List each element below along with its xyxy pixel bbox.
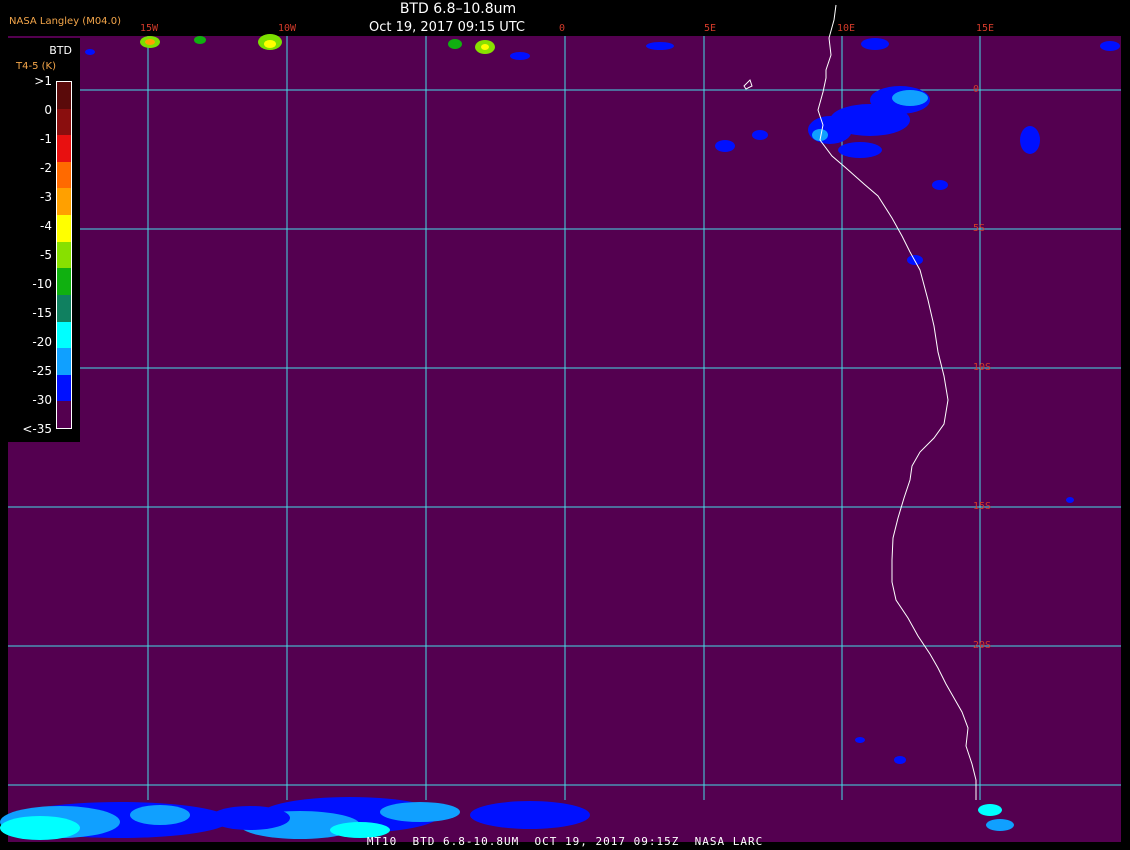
legend-swatch	[57, 161, 71, 189]
legend-swatch	[57, 401, 71, 429]
lon-label-10e: 10E	[837, 23, 856, 34]
cloud-patch	[892, 90, 928, 106]
footer-caption: MT10 BTD 6.8-10.8UM OCT 19, 2017 09:15Z …	[366, 835, 764, 848]
legend-tick-label: -30	[32, 393, 52, 407]
legend-swatch	[57, 82, 71, 109]
cloud-patch	[1100, 41, 1120, 51]
legend-tick-label: -2	[40, 161, 52, 175]
cloud-patch	[861, 38, 889, 50]
cloud-patch	[1066, 497, 1074, 503]
legend-swatch	[57, 215, 71, 243]
lon-label-15e: 15E	[976, 23, 995, 34]
cloud-patch	[210, 806, 290, 830]
lon-label-0: 0	[559, 23, 566, 34]
legend-tick-label: -4	[40, 219, 52, 233]
legend-title: BTD	[49, 44, 72, 57]
legend-swatch	[57, 135, 71, 163]
legend-tick-label: -15	[32, 306, 52, 320]
legend-tick-label: -10	[32, 277, 52, 291]
satellite-image: BTD 6.8–10.8um Oct 19, 2017 09:15 UTC NA…	[0, 0, 1130, 850]
lon-label-10w: 10W	[278, 23, 297, 34]
producer-label: NASA Langley (M04.0)	[9, 16, 121, 27]
cloud-patch	[752, 130, 768, 140]
lon-label-5e: 5E	[704, 23, 717, 34]
legend-tick-label: -5	[40, 248, 52, 262]
lat-label-5s: 5S	[973, 223, 986, 234]
cloud-patch	[838, 142, 882, 158]
legend-tick-label: -25	[32, 364, 52, 378]
lat-label-0: 0	[973, 84, 980, 95]
legend-unit: T4-5 (K)	[16, 61, 56, 72]
legend-tick-label: >1	[34, 74, 52, 88]
legend-swatch	[57, 268, 71, 296]
cloud-patch	[894, 756, 906, 764]
cloud-patch	[145, 39, 155, 45]
legend-colorbar	[56, 81, 72, 429]
cloud-patch	[715, 140, 735, 152]
legend-swatch	[57, 348, 71, 376]
cloud-patch	[932, 180, 948, 190]
cloud-patch	[510, 52, 530, 60]
lat-label-15s: 15S	[973, 501, 992, 512]
legend-swatch	[57, 108, 71, 136]
cloud-patch	[481, 44, 489, 50]
color-legend: BTD T4-5 (K) >1 0 -1 -2 -3 -4 -5 -10 -15 -20 -25 -3…	[8, 38, 80, 442]
cloud-patch	[85, 49, 95, 55]
cloud-patch	[194, 36, 206, 44]
legend-swatch	[57, 374, 71, 402]
image-title: BTD 6.8–10.8um	[399, 1, 517, 17]
cloud-patch	[264, 40, 276, 48]
lat-label-20s: 20S	[973, 640, 992, 651]
map-canvas	[0, 4, 1121, 842]
cloud-patch	[855, 737, 865, 743]
legend-swatch	[57, 294, 71, 322]
legend-tick-label: -3	[40, 190, 52, 204]
cloud-patch	[470, 801, 590, 829]
cloud-patch	[380, 802, 460, 822]
legend-tick-label: -1	[40, 132, 52, 146]
legend-tick-label: -20	[32, 335, 52, 349]
lat-label-10s: 10S	[973, 362, 992, 373]
cloud-patch	[448, 39, 462, 49]
cloud-patch	[978, 804, 1002, 816]
cloud-patch	[986, 819, 1014, 831]
legend-swatch	[57, 321, 71, 349]
legend-tick-label: 0	[44, 103, 52, 117]
legend-swatch	[57, 188, 71, 216]
cloud-patch	[1020, 126, 1040, 154]
cloud-patch	[130, 805, 190, 825]
cloud-patch	[808, 116, 852, 144]
legend-swatch	[57, 241, 71, 269]
image-timestamp: Oct 19, 2017 09:15 UTC	[369, 20, 525, 35]
legend-tick-label: <-35	[22, 422, 52, 436]
cloud-patch	[646, 42, 674, 50]
lon-label-15w: 15W	[140, 23, 159, 34]
